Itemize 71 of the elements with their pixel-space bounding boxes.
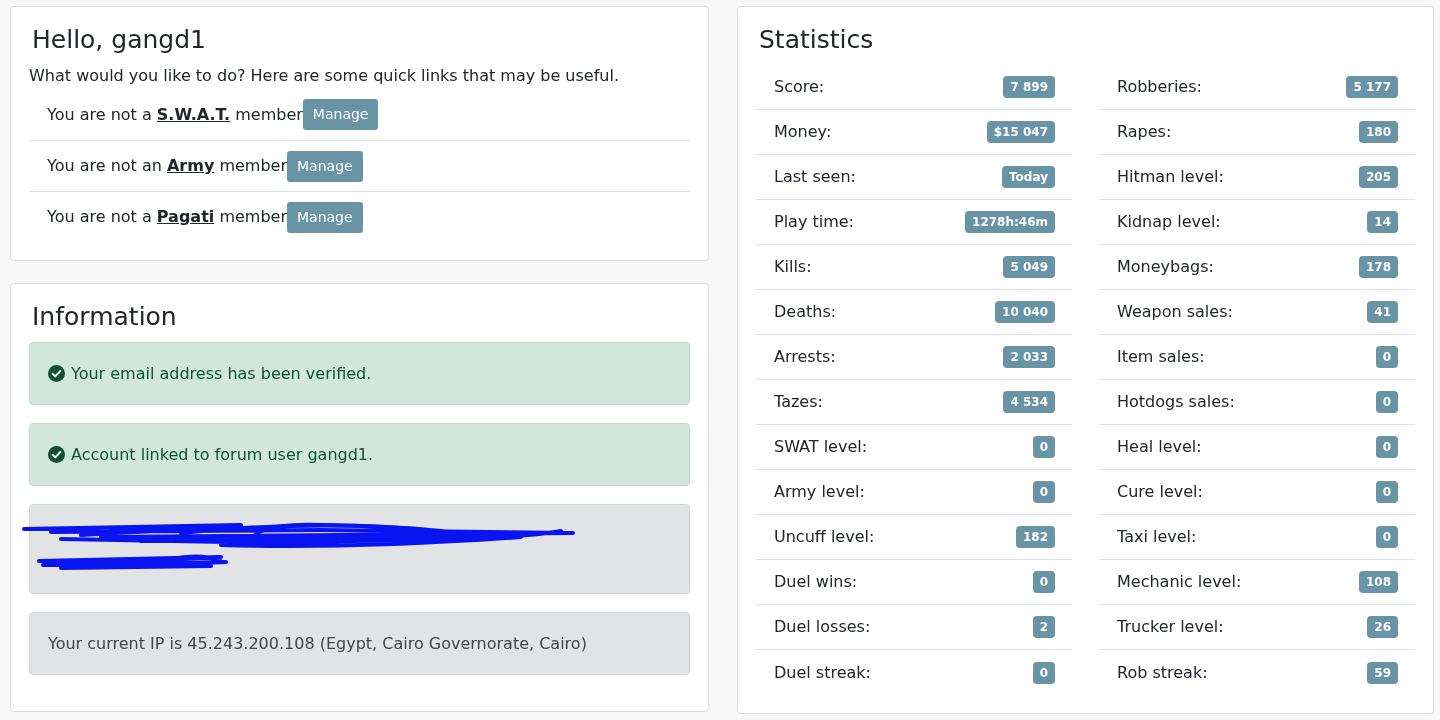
stat-label: Cure level: <box>1117 481 1203 503</box>
stat-label: Moneybags: <box>1117 256 1214 278</box>
group-link[interactable]: Pagati <box>156 207 215 226</box>
information-title: Information <box>31 302 178 332</box>
stat-value: 10 040 <box>995 301 1055 323</box>
stat-value: 41 <box>1367 301 1398 323</box>
check-circle-icon <box>48 365 65 382</box>
stat-value: 1278h:46m <box>965 211 1055 233</box>
stat-value: 2 033 <box>1003 346 1055 368</box>
check-circle-icon <box>48 446 65 463</box>
stat-value: 205 <box>1358 166 1398 188</box>
stat-value: 0 <box>1032 436 1055 458</box>
group-link[interactable]: Army <box>166 156 215 175</box>
alert-text: Your current IP is 45.243.200.108 (Egypt, Cairo Governorate, Cairo) <box>48 633 587 655</box>
stat-label: Robberies: <box>1117 76 1202 98</box>
stat-label: Kills: <box>774 256 812 278</box>
stat-value: 0 <box>1032 481 1055 503</box>
stat-value: 5 049 <box>1003 256 1055 278</box>
stat-label: Mechanic level: <box>1117 571 1242 593</box>
stat-label: Rapes: <box>1117 121 1172 143</box>
stat-label: Score: <box>774 76 825 98</box>
stat-value: 59 <box>1367 661 1398 684</box>
stat-label: Deaths: <box>774 301 837 323</box>
intro-text: What would you like to do? Here are some quick links that may be useful. <box>29 65 620 87</box>
statistics-title: Statistics <box>758 25 875 55</box>
alert-text: Account linked to forum user gangd1. <box>71 444 374 466</box>
stat-label: Tazes: <box>774 391 823 413</box>
stat-value: 108 <box>1358 571 1398 593</box>
stat-label: Heal level: <box>1117 436 1202 458</box>
stat-label: Duel wins: <box>774 571 858 593</box>
stat-label: Last seen: <box>774 166 856 188</box>
stat-value: 178 <box>1358 256 1398 278</box>
stat-label: Army level: <box>774 481 865 503</box>
stat-label: Uncuff level: <box>774 526 875 548</box>
stat-label: Taxi level: <box>1117 526 1197 548</box>
stat-value: 0 <box>1375 436 1398 458</box>
stat-value: 180 <box>1358 121 1398 143</box>
stat-value: 0 <box>1032 571 1055 593</box>
stat-label: Item sales: <box>1117 346 1205 368</box>
stat-value: 0 <box>1375 346 1398 368</box>
stat-value: 0 <box>1032 661 1055 684</box>
stat-value: 0 <box>1375 391 1398 413</box>
stat-value: 4 534 <box>1003 391 1055 413</box>
membership-text: You are not a S.W.A.T. member <box>47 103 303 126</box>
stat-label: SWAT level: <box>774 436 868 458</box>
group-link[interactable]: S.W.A.T. <box>156 104 231 124</box>
stat-value: 5 177 <box>1346 76 1398 98</box>
membership-text: You are not an Army member <box>47 155 287 177</box>
stat-value: 7 899 <box>1003 76 1055 98</box>
stat-label: Trucker level: <box>1117 616 1224 638</box>
stat-label: Money: <box>774 121 832 143</box>
stat-label: Duel losses: <box>774 616 871 638</box>
greeting-title: Hello, gangd1 <box>31 25 207 55</box>
membership-text: You are not a Pagati member <box>47 206 287 228</box>
stat-value: 0 <box>1375 481 1398 503</box>
stat-label: Kidnap level: <box>1117 211 1221 233</box>
stat-label: Weapon sales: <box>1117 301 1233 323</box>
stat-value: 0 <box>1375 526 1398 548</box>
alert-text: Your email address has been verified. <box>71 363 372 385</box>
stat-value: 14 <box>1367 211 1398 233</box>
stat-value: $15 047 <box>986 121 1055 143</box>
stat-label: Duel streak: <box>774 661 871 684</box>
stat-label: Play time: <box>774 211 854 233</box>
stat-value: Today <box>1002 166 1055 188</box>
stat-label: Arrests: <box>774 346 836 368</box>
stat-value: 182 <box>1015 526 1055 548</box>
stat-label: Hotdogs sales: <box>1117 391 1235 413</box>
stat-label: Hitman level: <box>1117 166 1224 188</box>
stat-value: 26 <box>1367 616 1398 638</box>
stat-label: Rob streak: <box>1117 661 1208 684</box>
stat-value: 2 <box>1032 616 1055 638</box>
